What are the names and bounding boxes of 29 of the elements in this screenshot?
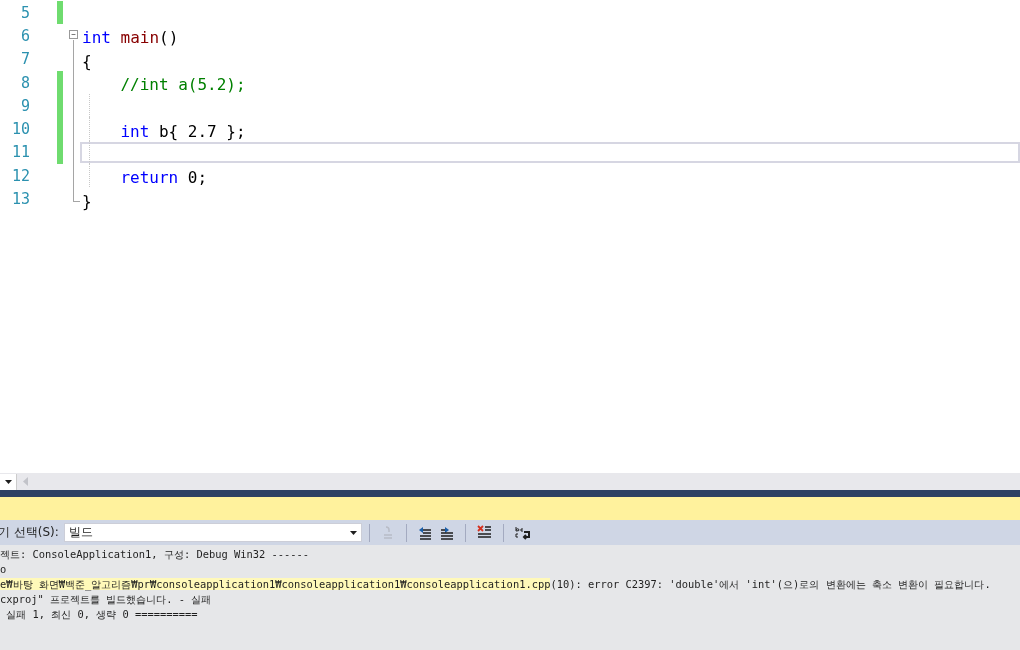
collapse-icon[interactable] <box>69 30 78 40</box>
code-line: { <box>81 50 93 70</box>
line-number: 8 <box>19 73 30 92</box>
next-message-icon[interactable] <box>439 525 454 540</box>
output-line: o <box>0 562 8 577</box>
code-line: //int a(5.2); <box>119 74 247 94</box>
code-line: int b{ 2.7 }; <box>119 120 247 140</box>
word-wrap-icon[interactable] <box>514 525 531 540</box>
caret-icon <box>4 479 12 484</box>
dropdown-button[interactable] <box>0 473 17 490</box>
line-number: 5 <box>19 3 30 22</box>
output-line: 실패 1, 최신 0, 생략 0 ========== <box>5 607 199 622</box>
line-number: 11 <box>10 143 30 162</box>
clear-all-icon[interactable] <box>476 525 492 540</box>
line-number: 13 <box>10 190 30 208</box>
line-number: 10 <box>10 120 30 139</box>
line-number: 6 <box>19 26 30 45</box>
code-line: int main() <box>81 27 180 47</box>
output-source-dropdown[interactable]: 빌드 <box>63 523 362 542</box>
code-line: } <box>81 190 93 210</box>
previous-message-icon[interactable] <box>417 525 432 540</box>
line-number: 7 <box>19 50 30 69</box>
caret-icon <box>349 530 357 535</box>
output-line: 젝트: ConsoleApplication1, 구성: Debug Win32 ------ <box>0 547 310 562</box>
output-line: cxproj" 프로젝트를 빌드했습니다. - 실패 <box>0 592 213 607</box>
output-line: e₩바탕 화면₩백준_알고리즘₩pr₩consoleapplication1₩consoleapplication1₩consoleapplication1.cpp(10): error C2397: 'double'에서 'int'(으)로의 변환에는 축소 변환이 필요합니다. <box>0 577 992 592</box>
code-line: return 0; <box>119 167 209 187</box>
line-number: 9 <box>19 96 30 115</box>
line-number: 12 <box>10 166 30 185</box>
